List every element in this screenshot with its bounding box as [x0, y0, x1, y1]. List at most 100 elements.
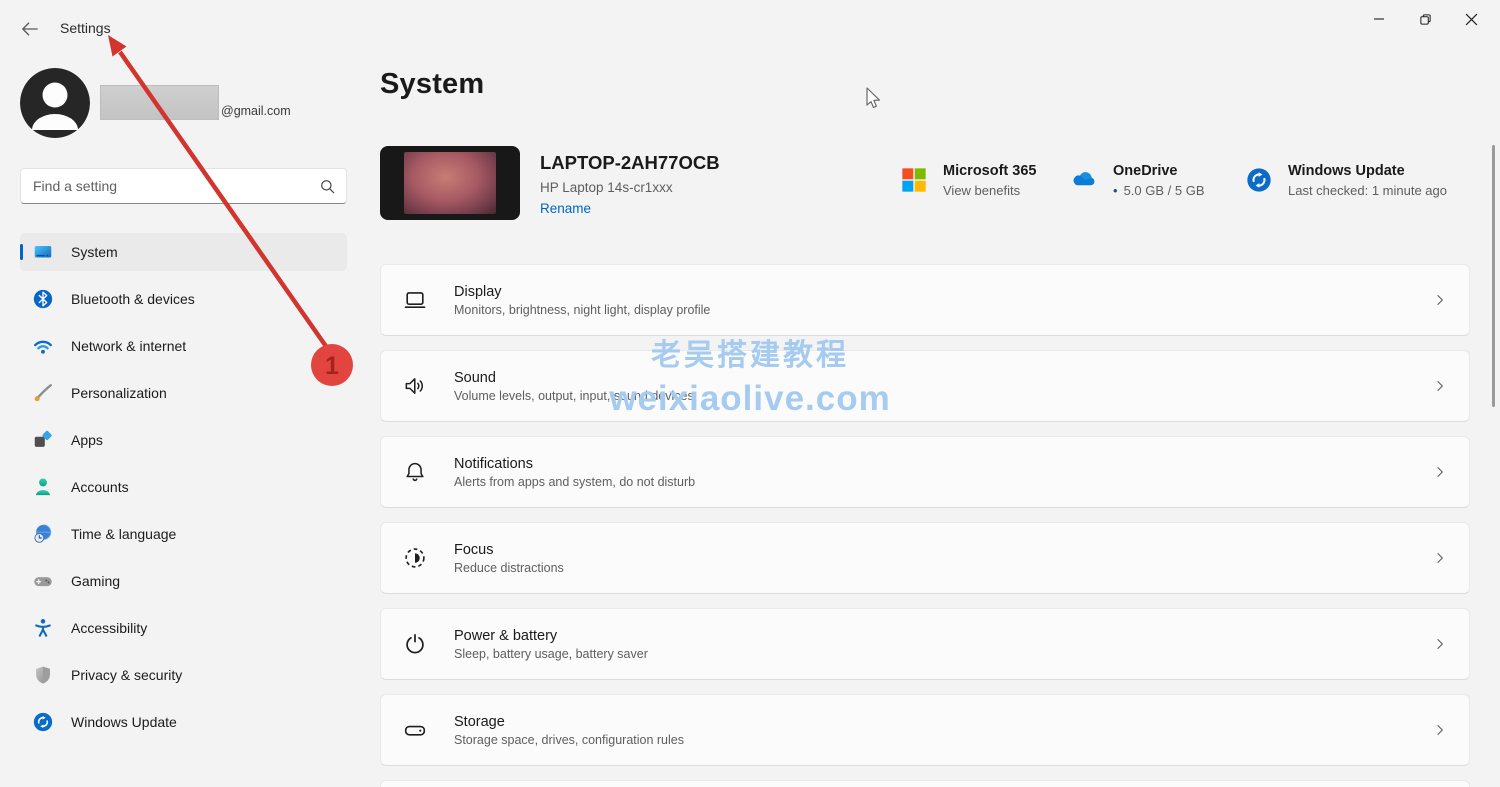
card-title: Sound [454, 369, 496, 386]
sidebar-item-apps[interactable]: Apps [20, 421, 347, 459]
sidebar-item-privacy-security[interactable]: Privacy & security [20, 656, 347, 694]
rename-link[interactable]: Rename [540, 201, 720, 216]
microsoft-365-tile[interactable]: Microsoft 365 View benefits [900, 163, 1036, 198]
chevron-right-icon [1433, 723, 1447, 737]
sidebar-item-label: Accounts [71, 479, 129, 495]
card-subtitle: Reduce distractions [454, 560, 564, 575]
search-icon [321, 179, 335, 193]
network-icon [32, 335, 54, 357]
account-email: @gmail.com [221, 104, 291, 118]
sidebar: @gmail.com System Bluetooth & devices Ne… [0, 56, 360, 787]
sidebar-item-label: Accessibility [71, 620, 148, 636]
chevron-right-icon [1433, 551, 1447, 565]
windows-update-tile[interactable]: Windows Update Last checked: 1 minute ag… [1245, 163, 1447, 198]
back-arrow-icon [22, 22, 38, 36]
card-subtitle: Volume levels, output, input, sound devi… [454, 388, 694, 403]
card-title: Notifications [454, 455, 533, 472]
sidebar-item-bluetooth-devices[interactable]: Bluetooth & devices [20, 280, 347, 318]
scrollbar-thumb[interactable] [1492, 145, 1495, 407]
card-title: Power & battery [454, 627, 558, 644]
card-subtitle: Storage space, drives, configuration rul… [454, 732, 684, 747]
storage-bullet: • [1113, 183, 1118, 198]
sidebar-item-label: Windows Update [71, 714, 177, 730]
tile-subtitle: Last checked: 1 minute ago [1288, 183, 1447, 198]
sidebar-item-label: Gaming [71, 573, 121, 589]
windows-update-status-icon [1245, 166, 1273, 194]
sidebar-item-label: Apps [71, 432, 103, 448]
microsoft-logo [902, 168, 926, 192]
personalization-icon [32, 382, 54, 404]
sidebar-item-label: Bluetooth & devices [71, 291, 195, 307]
sidebar-nav: System Bluetooth & devices Network & int… [20, 233, 347, 750]
sound-icon [402, 373, 428, 399]
notifications-card[interactable]: Notifications Alerts from apps and syste… [380, 436, 1470, 508]
sidebar-item-accessibility[interactable]: Accessibility [20, 609, 347, 647]
avatar[interactable] [20, 68, 90, 138]
sidebar-item-personalization[interactable]: Personalization [20, 374, 347, 412]
close-icon [1465, 13, 1477, 25]
chevron-right-icon [1433, 293, 1447, 307]
card-subtitle: Alerts from apps and system, do not dist… [454, 474, 696, 489]
sidebar-item-accounts[interactable]: Accounts [20, 468, 347, 506]
power-battery-card[interactable]: Power & battery Sleep, battery usage, ba… [380, 608, 1470, 680]
sidebar-item-label: Time & language [71, 526, 177, 542]
card-title: Storage [454, 713, 505, 730]
user-avatar-icon [20, 68, 90, 138]
sound-card[interactable]: Sound Volume levels, output, input, soun… [380, 350, 1470, 422]
sidebar-item-label: Privacy & security [71, 667, 183, 683]
device-info: LAPTOP-2AH77OCB HP Laptop 14s-cr1xxx Ren… [540, 152, 720, 216]
chevron-right-icon [1433, 465, 1447, 479]
sidebar-item-gaming[interactable]: Gaming [20, 562, 347, 600]
search-input[interactable] [33, 178, 319, 194]
bluetooth-icon [32, 288, 54, 310]
chevron-right-icon [1433, 379, 1447, 393]
accessibility-icon [32, 617, 54, 639]
focus-card[interactable]: Focus Reduce distractions [380, 522, 1470, 594]
device-thumbnail [380, 146, 520, 220]
partial-card[interactable] [380, 780, 1470, 787]
storage-icon [402, 717, 428, 743]
page-title: System [380, 68, 485, 100]
titlebar: Settings [0, 0, 1500, 56]
sidebar-item-label: Network & internet [71, 338, 187, 354]
sidebar-item-time-language[interactable]: Time & language [20, 515, 347, 553]
selected-indicator [20, 244, 23, 260]
minimize-icon [1374, 18, 1384, 20]
sidebar-item-label: Personalization [71, 385, 167, 401]
device-wallpaper [404, 152, 496, 214]
back-button[interactable] [18, 18, 42, 40]
privacy-security-icon [32, 664, 54, 686]
focus-icon [402, 545, 428, 571]
sidebar-item-windows-update[interactable]: Windows Update [20, 703, 347, 741]
tile-subtitle: View benefits [943, 183, 1021, 198]
onedrive-tile[interactable]: OneDrive • 5.0 GB / 5 GB [1070, 163, 1205, 198]
gaming-icon [32, 570, 54, 592]
tile-title: OneDrive [1113, 163, 1178, 179]
display-card[interactable]: Display Monitors, brightness, night ligh… [380, 264, 1470, 336]
restore-button[interactable] [1402, 0, 1448, 38]
accounts-icon [32, 476, 54, 498]
device-model: HP Laptop 14s-cr1xxx [540, 180, 673, 195]
search-box[interactable] [20, 168, 347, 204]
card-subtitle: Sleep, battery usage, battery saver [454, 646, 648, 661]
close-button[interactable] [1448, 0, 1494, 38]
account-name-redacted [100, 85, 219, 120]
card-title: Focus [454, 541, 494, 558]
storage-card[interactable]: Storage Storage space, drives, configura… [380, 694, 1470, 766]
settings-window: Settings @gmail.com Find a setting Syste… [0, 0, 1500, 787]
sidebar-item-system[interactable]: System [20, 233, 347, 271]
apps-icon [32, 429, 54, 451]
chevron-right-icon [1433, 637, 1447, 651]
settings-card-list: Display Monitors, brightness, night ligh… [380, 264, 1470, 787]
card-subtitle: Monitors, brightness, night light, displ… [454, 302, 711, 317]
minimize-button[interactable] [1356, 0, 1402, 38]
sidebar-item-label: System [71, 244, 118, 260]
tile-title: Windows Update [1288, 163, 1405, 179]
windows-update-icon [32, 711, 54, 733]
time-language-icon [32, 523, 54, 545]
sidebar-item-network-internet[interactable]: Network & internet [20, 327, 347, 365]
mouse-cursor [866, 87, 880, 109]
system-icon [32, 241, 54, 263]
display-icon [402, 287, 428, 313]
device-name: LAPTOP-2AH77OCB [540, 152, 720, 173]
